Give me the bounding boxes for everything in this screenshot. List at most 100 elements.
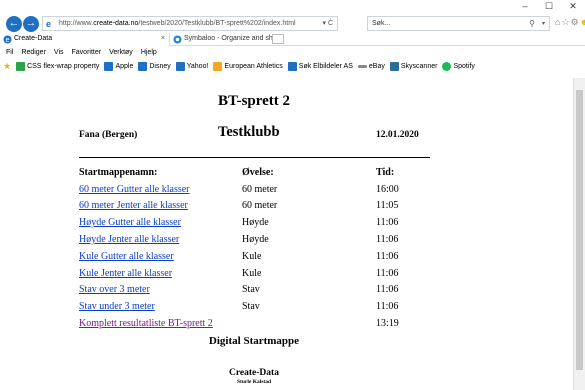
favorites-star-icon[interactable]: ★ (3, 61, 11, 72)
footer-org: Create-Data (229, 368, 279, 378)
fav-site-icon (16, 62, 26, 71)
fav-label: CSS flex-wrap property (27, 63, 100, 70)
search-icon[interactable]: ⚲ (529, 19, 535, 28)
fav-ie-icon (287, 62, 297, 71)
menu-rediger[interactable]: Rediger (21, 47, 46, 59)
fav-ie-icon (104, 62, 114, 71)
favorite-css-flex-wrap[interactable]: CSS flex-wrap property (16, 62, 99, 71)
table-row: Stav over 3 meter Stav 11:06 (79, 282, 430, 299)
menu-verktoy[interactable]: Verktøy (109, 47, 133, 59)
row-time: 11:06 (376, 217, 399, 229)
complete-results-link[interactable]: Komplett resultatliste BT-sprett 2 (79, 318, 213, 329)
startlist-link[interactable]: 60 meter Jenter alle klasser (79, 200, 188, 211)
menu-vis[interactable]: Vis (54, 47, 64, 59)
row-event: 60 meter (242, 183, 278, 195)
address-row: ← → e http://www.create-data.no/testweb/… (0, 14, 585, 33)
fav-ebay-icon (357, 65, 367, 68)
favorite-elbildeler[interactable]: Søk Elbildeler AS (287, 62, 353, 71)
tab-create-data[interactable]: e Create-Data × (0, 33, 170, 46)
start-list-table: Startmappenamn: Øvelse: Tid: 60 meter Gu… (79, 164, 430, 332)
tab-strip: e Create-Data × Symbaloo - Organize and … (0, 33, 585, 46)
favorite-disney[interactable]: Disney (138, 62, 171, 71)
fav-label: Søk Elbildeler AS (298, 63, 353, 70)
favorite-skyscanner[interactable]: Skyscanner (389, 62, 438, 71)
settings-gear-icon[interactable]: ⚙ (571, 17, 580, 27)
back-button[interactable]: ← (6, 16, 22, 32)
search-bar[interactable]: Søk... ⚲ ▾ (367, 16, 550, 31)
fav-label: eBay (368, 63, 385, 70)
address-url[interactable]: http://www.create-data.no/testweb/2020/T… (59, 20, 296, 27)
header-name: Startmappenamn: (79, 166, 158, 178)
favorite-spotify[interactable]: Spotify (442, 62, 475, 71)
minimize-button[interactable]: – (513, 0, 537, 14)
row-time: 11:05 (376, 200, 399, 212)
url-prefix: http://www. (59, 20, 94, 27)
toolbar-icons: ⌂☆⚙☻ (555, 17, 585, 28)
startlist-link[interactable]: Høyde Jenter alle klasser (79, 234, 179, 245)
tab-close-icon[interactable]: × (161, 33, 165, 45)
row-event: Kule (242, 267, 262, 279)
row-event: Stav (242, 284, 260, 296)
tab-label: Symbaloo - Organize and shar... (184, 35, 285, 42)
favorites-star-icon[interactable]: ☆ (561, 17, 570, 27)
favorite-yahoo[interactable]: Yahoo! (175, 62, 209, 71)
refresh-button[interactable]: ▾ Ċ (322, 19, 333, 27)
tab-symbaloo[interactable]: Symbaloo - Organize and shar... (170, 33, 284, 46)
menu-favoritter[interactable]: Favoritter (72, 47, 102, 59)
startlist-link[interactable]: 60 meter Gutter alle klasser (79, 184, 190, 195)
favorites-bar: ★ CSS flex-wrap property Apple Disney Ya… (0, 60, 480, 73)
footer-heading: Digital Startmappe (208, 335, 300, 347)
row-event: Høyde (242, 234, 269, 246)
startlist-link[interactable]: Kule Jenter alle klasser (79, 268, 172, 279)
address-bar[interactable]: e http://www.create-data.no/testweb/2020… (42, 16, 338, 31)
footer-author: Sturle Kalstad (236, 379, 272, 385)
meet-date: 12.01.2020 (376, 130, 419, 140)
row-event: 60 meter (242, 200, 278, 212)
url-domain: create-data.no (93, 20, 139, 27)
smiley-icon[interactable]: ☻ (580, 17, 585, 27)
startlist-link[interactable]: Stav under 3 meter (79, 301, 155, 312)
fav-skyscanner-icon (389, 62, 399, 71)
row-time: 13:19 (376, 318, 399, 330)
startlist-link[interactable]: Høyde Gutter alle klasser (79, 217, 181, 228)
startlist-link[interactable]: Kule Gutter alle klasser (79, 251, 174, 262)
search-input[interactable]: Søk... (372, 20, 390, 27)
table-row: Høyde Jenter alle klasser Høyde 11:06 (79, 231, 430, 248)
header-divider (79, 157, 430, 158)
fav-label: Apple (115, 63, 134, 70)
menu-fil[interactable]: Fil (6, 47, 13, 59)
fav-athlete-icon (213, 62, 223, 71)
row-time: 16:00 (376, 183, 399, 195)
fav-label: Spotify (453, 63, 475, 70)
row-event: Stav (242, 301, 260, 313)
row-time: 11:06 (376, 250, 399, 262)
favorite-ebay[interactable]: eBay (357, 63, 385, 70)
row-time: 11:06 (376, 267, 399, 279)
row-event: Høyde (242, 217, 269, 229)
forward-arrow-icon: → (25, 17, 37, 29)
table-header: Startmappenamn: Øvelse: Tid: (79, 164, 430, 181)
forward-button[interactable]: → (23, 16, 39, 32)
vertical-scrollbar[interactable] (573, 78, 585, 390)
favorite-european-athletics[interactable]: European Athletics (213, 62, 283, 71)
scrollbar-thumb[interactable] (576, 90, 583, 370)
row-time: 11:06 (376, 284, 399, 296)
startlist-link[interactable]: Stav over 3 meter (79, 284, 150, 295)
table-row: Kule Jenter alle klasser Kule 11:06 (79, 265, 430, 282)
fav-ie-icon (175, 62, 185, 71)
fav-label: Skyscanner (400, 63, 438, 70)
row-event: Kule (242, 250, 262, 262)
svg-text:e: e (6, 35, 10, 44)
meet-location: Fana (Bergen) (79, 130, 138, 140)
window-controls: – ☐ ✕ (513, 0, 585, 14)
close-button[interactable]: ✕ (561, 0, 585, 14)
row-time: 11:06 (376, 234, 399, 246)
menu-hjelp[interactable]: Hjelp (141, 47, 157, 59)
club-name: Testklubb (218, 124, 280, 140)
fav-label: Yahoo! (186, 63, 209, 70)
maximize-button[interactable]: ☐ (537, 0, 561, 14)
search-dropdown-icon[interactable]: ▾ (542, 20, 545, 27)
new-tab-button[interactable] (272, 34, 284, 44)
fav-ie-icon (138, 62, 148, 71)
favorite-apple[interactable]: Apple (104, 62, 133, 71)
